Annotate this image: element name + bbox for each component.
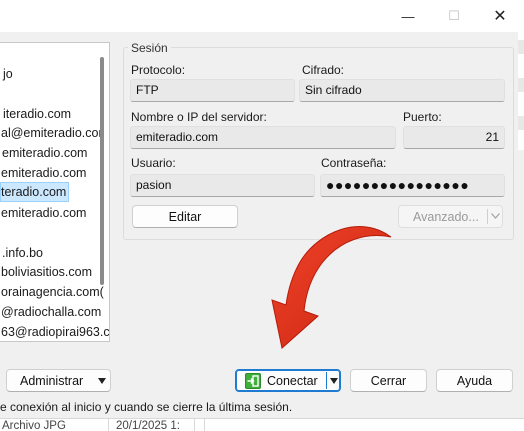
edit-button[interactable]: Editar bbox=[132, 205, 238, 228]
file-name-cell: Archivo JPG bbox=[2, 420, 66, 431]
background-file-list: Archivo JPG 20/1/2025 1: bbox=[0, 418, 524, 431]
close-button-label: Cerrar bbox=[370, 373, 407, 388]
background-window-edge bbox=[518, 32, 524, 150]
password-label: Contraseña: bbox=[321, 156, 387, 170]
site-item[interactable]: iteradio.com bbox=[3, 104, 71, 124]
port-input[interactable]: 21 bbox=[403, 126, 505, 149]
site-tree-scrollbar[interactable] bbox=[100, 57, 104, 285]
user-label: Usuario: bbox=[131, 156, 176, 170]
connect-button-label: Conectar bbox=[267, 373, 318, 388]
site-item[interactable]: emiteradio.com bbox=[1, 203, 86, 223]
protocol-select[interactable]: FTP bbox=[130, 79, 295, 102]
column-divider bbox=[204, 419, 205, 431]
site-item[interactable]: .info.bo bbox=[2, 243, 43, 263]
host-input[interactable]: emiteradio.com bbox=[130, 126, 396, 149]
close-button[interactable]: Cerrar bbox=[350, 369, 427, 392]
column-divider bbox=[108, 419, 109, 431]
minimize-button[interactable]: — bbox=[385, 0, 431, 32]
connect-button[interactable]: Conectar bbox=[235, 369, 341, 392]
background-chip bbox=[518, 40, 524, 54]
site-item[interactable]: @radiochalla.com bbox=[1, 302, 101, 322]
site-item-selected[interactable]: teradio.com bbox=[0, 182, 70, 202]
advanced-button-label: Avanzado... bbox=[413, 209, 479, 224]
edit-button-label: Editar bbox=[168, 209, 202, 224]
password-input[interactable]: ●●●●●●●●●●●●●●●● bbox=[320, 174, 505, 197]
help-button[interactable]: Ayuda bbox=[436, 369, 513, 392]
maximize-button: ☐ bbox=[448, 8, 460, 23]
column-divider bbox=[194, 419, 195, 431]
connect-split-separator bbox=[326, 372, 327, 389]
site-tree[interactable]: jo iteradio.com al@emiteradio.cor emiter… bbox=[0, 42, 110, 342]
site-item[interactable]: al@emiteradio.cor bbox=[1, 123, 103, 143]
title-bar: — ☐ ✕ bbox=[0, 0, 524, 32]
manage-button[interactable]: Administrar bbox=[6, 369, 111, 392]
site-item[interactable]: 63@radiopirai963.c bbox=[1, 322, 109, 341]
advanced-split-separator bbox=[487, 209, 488, 224]
advanced-button[interactable]: Avanzado... bbox=[398, 205, 503, 228]
close-window-button[interactable]: ✕ bbox=[477, 0, 523, 32]
background-chip bbox=[518, 116, 524, 130]
site-item[interactable]: emiteradio.com bbox=[2, 143, 87, 163]
session-group-title: Sesión bbox=[128, 41, 171, 55]
site-item[interactable]: jo bbox=[3, 64, 13, 84]
file-date-cell: 20/1/2025 1: bbox=[116, 420, 180, 431]
protocol-label: Protocolo: bbox=[131, 63, 186, 77]
help-button-label: Ayuda bbox=[456, 373, 493, 388]
login-icon bbox=[245, 373, 261, 389]
startup-option-text: e conexión al inicio y cuando se cierre … bbox=[0, 400, 293, 414]
user-input[interactable]: pasion bbox=[130, 174, 315, 197]
encryption-label: Cifrado: bbox=[302, 63, 345, 77]
manage-button-label: Administrar bbox=[20, 373, 84, 388]
host-label: Nombre o IP del servidor: bbox=[131, 110, 267, 124]
background-chip bbox=[518, 78, 524, 92]
site-item[interactable]: orainagencia.com( bbox=[1, 282, 104, 302]
site-item[interactable]: emiteradio.com bbox=[1, 163, 86, 183]
caret-down-icon bbox=[98, 378, 106, 384]
chevron-down-icon bbox=[491, 213, 500, 219]
site-item[interactable]: boliviasitios.com bbox=[1, 262, 92, 282]
caret-down-icon[interactable] bbox=[330, 378, 338, 384]
port-label: Puerto: bbox=[403, 110, 442, 124]
encryption-select[interactable]: Sin cifrado bbox=[299, 79, 505, 102]
